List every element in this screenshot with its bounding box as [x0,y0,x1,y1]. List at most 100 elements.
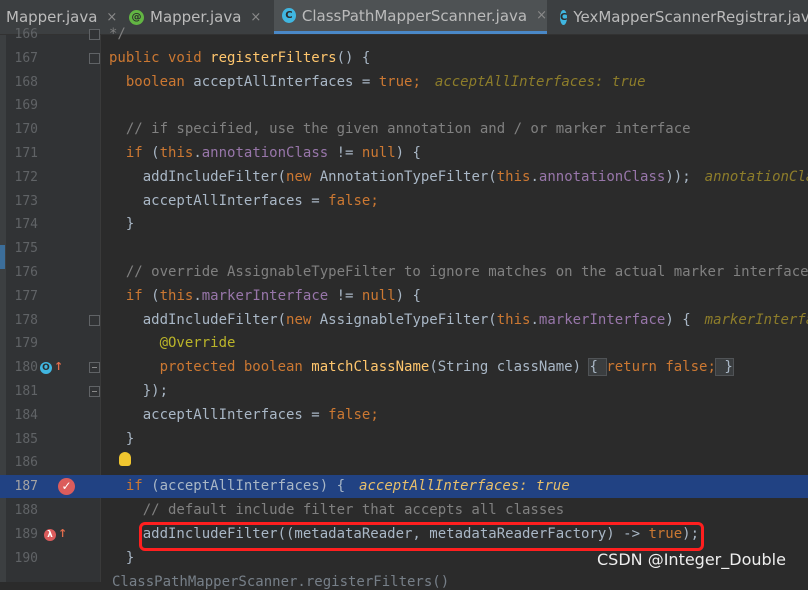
code-text: acceptAllInterfaces = false; [109,190,379,213]
code-token: (String className) [429,359,590,376]
line-number[interactable]: 167 [8,47,38,70]
line-number[interactable]: 190 [8,547,38,570]
code-token: this [159,287,194,304]
code-token: // default include filter that accepts a… [109,502,565,518]
code-token: acceptAllInterfaces = [109,406,329,423]
line-number[interactable]: 181 [8,380,38,403]
code-token: AnnotationTypeFilter( [319,168,497,185]
code-line[interactable]: 179 @Override [0,332,808,355]
code-token: != [328,145,362,161]
code-text: boolean acceptAllInterfaces = true; accep… [109,71,646,94]
line-number[interactable]: 186 [8,451,38,474]
code-token: } [109,216,135,233]
line-number[interactable]: 170 [8,118,38,141]
code-line[interactable]: 177 if (this.markerInterface != null) { [0,285,808,308]
line-number[interactable]: 166 [8,23,38,46]
code-token: null [361,145,396,161]
line-number[interactable]: 189 [8,523,38,546]
code-token: false [328,192,371,209]
code-line-current[interactable]: 187 if (acceptAllInterfaces) {acceptAllI… [0,475,808,499]
code-token: ; [412,73,421,90]
code-token: . [193,287,202,304]
code-line[interactable]: 171 if (this.annotationClass != null) { [0,142,808,165]
line-number[interactable]: 184 [8,404,38,427]
code-token: } [109,549,135,566]
close-icon[interactable]: × [536,8,547,23]
code-token: this [496,168,531,185]
tab-label: ClassPathMapperScanner.java [301,6,528,25]
code-line[interactable]: 173 acceptAllInterfaces = false; [0,190,808,213]
code-text: */ [109,23,126,46]
code-line[interactable]: 184 acceptAllInterfaces = false; [0,404,808,427]
code-line[interactable]: 181 }); [0,380,808,403]
fold-marker-icon[interactable] [89,362,100,374]
code-token: // if specified, use the given annotatio… [109,121,691,138]
code-token: addIncludeFilter( [109,311,287,328]
code-token: annotationClass [538,168,666,185]
code-text: if (acceptAllInterfaces) {acceptAllInter… [109,475,570,498]
code-line[interactable]: 176 // override AssignableTypeFilter to … [0,261,808,284]
code-token: if [109,145,152,161]
line-number[interactable]: 173 [8,190,38,213]
code-line[interactable]: 174 } [0,213,808,236]
override-method-icon[interactable]: O ↑ [40,360,63,375]
fold-marker-icon[interactable] [89,29,100,40]
code-token: annotationClass [201,145,329,161]
line-number[interactable]: 187 [8,475,38,498]
code-token: } [109,430,135,447]
line-number[interactable]: 174 [8,213,38,236]
code-line[interactable]: 185 } [0,428,808,451]
code-line[interactable]: 169 [0,94,808,117]
code-line[interactable]: 178 addIncludeFilter(new AssignableTypeF… [0,309,808,332]
code-text: if (this.annotationClass != null) { [109,142,421,165]
inline-debug-value: acceptAllInterfaces: true [359,478,570,495]
code-token: )); [665,168,691,185]
code-token: return false [606,359,708,376]
code-line[interactable]: 166 */ [0,23,808,46]
line-number[interactable]: 176 [8,261,38,284]
code-token: new [286,311,320,328]
line-number[interactable]: 169 [8,94,38,117]
code-line[interactable]: 167 public void registerFilters() { [0,47,808,70]
code-token: }); [109,383,169,399]
inline-debug-value: annotationClass [704,168,808,185]
code-token: ; [370,192,379,209]
code-token: boolean [109,73,194,90]
code-line[interactable]: 180 protected boolean matchClassName(Str… [0,356,808,379]
code-line[interactable]: 170 // if specified, use the given annot… [0,118,808,141]
code-token: matchClassName [311,359,430,376]
code-text: @Override [109,332,236,355]
line-number[interactable]: 171 [8,142,38,165]
code-text: } [109,213,134,236]
code-text: // override AssignableTypeFilter to igno… [109,261,808,284]
code-token: */ [109,26,126,42]
code-line[interactable]: 168 boolean acceptAllInterfaces = true; a… [0,71,808,94]
code-token: ) { [395,287,421,304]
line-number[interactable]: 178 [8,309,38,332]
watermark: CSDN @Integer_Double [597,550,786,569]
line-number[interactable]: 180 [8,356,38,379]
code-text: public void registerFilters() { [109,47,370,70]
fold-marker-icon[interactable] [89,386,100,397]
code-token: // override AssignableTypeFilter to igno… [109,264,808,280]
line-number[interactable]: 172 [8,166,38,189]
lambda-breakpoint-icon[interactable]: λ ↑ [44,527,67,541]
fold-marker-icon[interactable] [89,52,100,64]
line-number[interactable]: 179 [8,332,38,355]
code-text: protected boolean matchClassName(String … [109,356,734,379]
line-number[interactable]: 188 [8,499,38,522]
line-number[interactable]: 175 [8,237,38,260]
line-number[interactable]: 185 [8,428,38,451]
code-token: . [530,168,539,185]
line-number[interactable]: 168 [8,71,38,94]
code-line[interactable]: 172 addIncludeFilter(new AnnotationTypeF… [0,166,808,189]
code-line[interactable]: 175 [0,237,808,260]
code-token: ; [707,359,716,376]
line-number[interactable]: 177 [8,285,38,308]
inline-debug-value: markerInterface [704,311,808,328]
fold-marker-icon[interactable] [89,314,100,326]
code-text: acceptAllInterfaces = false; [109,404,379,427]
lightbulb-icon[interactable] [119,452,131,466]
code-line[interactable]: 188 // default include filter that accep… [0,499,808,522]
code-token: ( [151,145,160,161]
